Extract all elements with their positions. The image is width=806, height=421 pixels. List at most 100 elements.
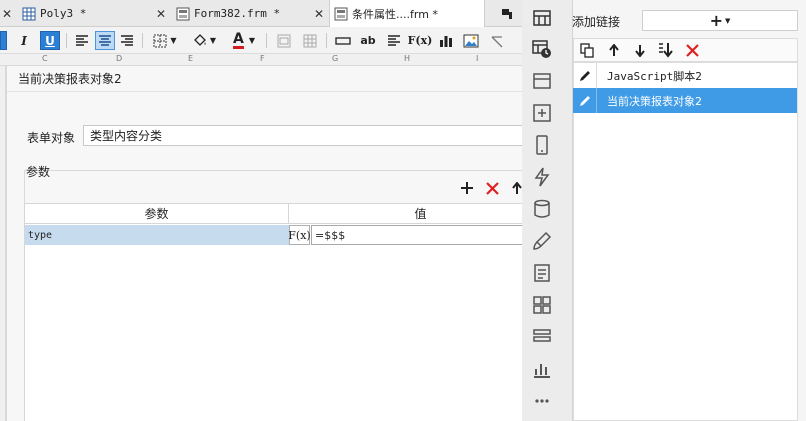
toolbar-separator — [142, 33, 143, 48]
form-object-label: 表单对象 — [27, 131, 76, 145]
add-parameter-button[interactable] — [459, 180, 475, 196]
border-icon — [153, 34, 167, 47]
link-list — [573, 62, 798, 421]
title-divider — [7, 91, 557, 92]
column-header-parameter[interactable]: 参数 — [25, 204, 289, 224]
chevron-down-icon: ▼ — [209, 36, 217, 45]
column-header[interactable]: D — [116, 54, 122, 63]
condition-attributes-icon[interactable] — [531, 38, 553, 60]
link-item-label: 当前决策报表对象2 — [607, 94, 702, 108]
cell-attributes-icon[interactable] — [531, 8, 553, 30]
format-toolbar: I U ▼ ▼ A ▼ ab F(x) — [0, 27, 522, 54]
form-icon — [334, 7, 348, 20]
template-icon[interactable] — [531, 262, 553, 284]
form-icon — [176, 7, 190, 20]
data-column-icon[interactable] — [531, 198, 553, 220]
paragraph-button[interactable] — [383, 31, 405, 50]
chart-attributes-icon[interactable] — [531, 358, 553, 380]
tab-label: Poly3 * — [40, 7, 87, 20]
fill-color-dropdown[interactable]: ▼ — [188, 31, 220, 50]
arrow-up-icon — [609, 43, 619, 56]
parameter-value-input[interactable]: =$$$ — [311, 225, 553, 245]
close-icon[interactable]: ✕ — [156, 7, 166, 21]
widget-settings-icon[interactable] — [531, 70, 553, 92]
delete-parameter-button[interactable] — [484, 180, 500, 196]
bar-chart-icon — [440, 35, 452, 47]
split-cells-icon — [303, 34, 317, 47]
merge-cells-button[interactable] — [273, 31, 295, 50]
chevron-down-icon: ▼ — [248, 36, 255, 45]
tab-overflow-button[interactable] — [494, 0, 520, 27]
close-icon[interactable]: ✕ — [2, 7, 12, 21]
pencil-icon — [573, 63, 597, 88]
toolbar-separator — [326, 33, 327, 48]
image-button[interactable] — [460, 31, 482, 50]
more-attributes-icon[interactable] — [531, 390, 553, 412]
style-brush-icon[interactable] — [531, 230, 553, 252]
mobile-attributes-icon[interactable] — [531, 134, 553, 156]
border-dropdown[interactable]: ▼ — [149, 31, 181, 50]
column-header[interactable]: H — [404, 54, 410, 63]
column-header[interactable]: F — [260, 54, 265, 63]
parameter-pane-icon[interactable] — [531, 326, 553, 348]
link-item-label: JavaScript脚本2 — [607, 69, 702, 83]
paint-bucket-icon — [194, 34, 206, 46]
grid-report-icon — [22, 7, 36, 20]
align-right-button[interactable] — [117, 31, 137, 50]
chart-button[interactable] — [435, 31, 457, 50]
column-header[interactable]: I — [476, 54, 478, 63]
tab-condition-attributes[interactable]: 条件属性....frm * — [329, 0, 485, 27]
copy-icon — [579, 42, 594, 58]
formula-button[interactable]: F(x) — [408, 31, 433, 50]
text-field-icon — [335, 36, 351, 45]
arrow-up-icon — [512, 181, 522, 194]
link-item-javascript[interactable]: JavaScript脚本2 — [573, 63, 797, 88]
parameter-name-cell[interactable]: type — [25, 225, 289, 245]
toolbar-separator — [66, 33, 67, 48]
pencil-icon — [573, 88, 597, 113]
bold-button[interactable] — [0, 31, 7, 50]
sort-links-button[interactable] — [656, 40, 676, 60]
editor-tab-bar: ✕ Poly3 * ✕ Form382.frm * ✕ 条件属性....frm … — [0, 0, 522, 27]
link-item-report-object[interactable]: 当前决策报表对象2 — [573, 88, 797, 113]
font-color-dropdown[interactable]: A ▼ — [227, 31, 261, 50]
align-left-button[interactable] — [72, 31, 92, 50]
add-link-label: 添加链接 — [572, 15, 621, 29]
formula-editor-button[interactable]: F(x) — [288, 225, 311, 245]
move-link-down-button[interactable] — [630, 40, 650, 60]
column-header[interactable]: G — [332, 54, 338, 63]
column-header[interactable]: C — [42, 54, 48, 63]
text-button[interactable]: ab — [357, 31, 379, 50]
align-left-icon — [76, 34, 88, 46]
italic-button[interactable]: I — [14, 31, 34, 50]
move-link-up-button[interactable] — [604, 40, 624, 60]
column-header-strip: C D E F G H I — [0, 54, 522, 66]
underline-button[interactable]: U — [40, 31, 60, 50]
close-icon[interactable]: ✕ — [314, 7, 324, 21]
hyperlink-settings-icon[interactable] — [531, 102, 553, 124]
event-settings-icon[interactable] — [531, 166, 553, 188]
copy-link-button[interactable] — [577, 40, 597, 60]
split-cells-button[interactable] — [299, 31, 321, 50]
align-center-button[interactable] — [95, 31, 115, 50]
column-header[interactable]: E — [188, 54, 193, 63]
paragraph-icon — [388, 34, 400, 46]
tab-form382[interactable]: Form382.frm * ✕ — [174, 0, 328, 27]
toolbar-separator — [266, 33, 267, 48]
form-object-select[interactable]: 类型内容分类 — [83, 125, 549, 146]
tab-list-icon — [502, 8, 512, 19]
add-link-dropdown-button[interactable]: + ▼ — [642, 10, 798, 31]
tab-poly3[interactable]: Poly3 * ✕ — [20, 0, 168, 27]
report-block-icon[interactable] — [531, 294, 553, 316]
column-header-value[interactable]: 值 — [289, 204, 553, 224]
arrow-down-icon — [635, 44, 645, 57]
hyperlink-settings-dialog: 当前决策报表对象2 表单对象 类型内容分类 参数 参数 值 type F(x) … — [6, 66, 557, 421]
plus-icon: + — [709, 11, 723, 30]
chevron-down-icon: ▼ — [725, 16, 731, 25]
parameters-label: 参数 — [26, 165, 51, 179]
tab-previous-close[interactable]: ✕ — [0, 0, 18, 27]
font-color-icon: A — [233, 30, 244, 49]
delete-link-button[interactable] — [682, 40, 702, 60]
slash-cell-button[interactable] — [486, 31, 508, 50]
text-field-button[interactable] — [332, 31, 354, 50]
